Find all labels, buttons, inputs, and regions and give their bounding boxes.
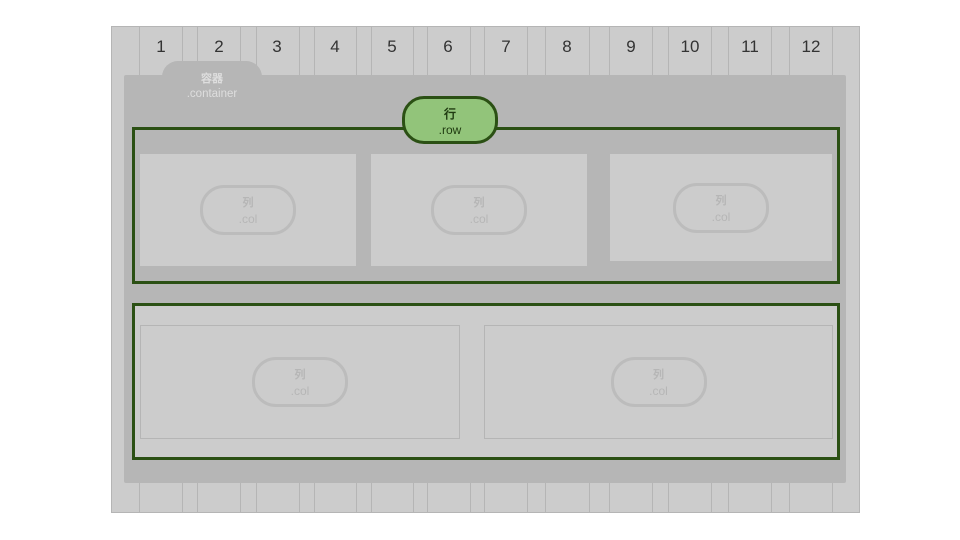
col-label-cn: 列 [294,369,306,381]
col-label-cn: 列 [473,197,485,209]
row-1-col-3: 列 .col [610,154,832,261]
col-label-class: .col [649,384,668,398]
row-label-pill: 行 .row [402,96,498,144]
grid-column-number: 2 [214,37,224,56]
grid-column-number: 8 [562,37,572,56]
row-1-col-1: 列 .col [140,154,356,266]
grid-column-number: 3 [272,37,282,56]
grid-column-number: 7 [501,37,511,56]
col-label-class: .col [469,212,489,226]
row-label-cn: 行 [443,107,456,121]
grid-column-number: 9 [626,37,636,56]
col-label-class: .col [238,212,258,226]
col-label-cn: 列 [715,194,727,207]
container-label-class: .container [186,88,238,100]
row-2: 列 .col 列 .col [132,303,840,460]
col-label-cn: 列 [242,197,254,209]
grid-column-number: 5 [387,37,397,56]
container-label-cn: 容器 [201,73,223,85]
grid-column-number: 4 [330,37,340,56]
grid-column-number: 6 [443,37,453,56]
col-label-class: .col [711,209,731,224]
col-label-class: .col [290,384,310,398]
col-pill: 列 .col [431,185,527,235]
row-2-col-2: 列 .col [484,325,833,439]
row-label-class: .row [438,123,462,137]
col-pill: 列 .col [252,357,348,407]
col-pill: 列 .col [673,182,769,233]
grid-column-number: 10 [680,37,700,56]
row-1: 列 .col 列 .col 列 .col [132,127,840,284]
col-pill: 列 .col [200,185,296,235]
col-pill: 列 .col [610,357,707,407]
row-1-col-2: 列 .col [371,154,587,266]
row-2-col-1: 列 .col [140,325,460,439]
grid-column-number: 1 [156,37,166,56]
grid-column-number: 11 [741,37,759,56]
grid-column-number: 12 [801,37,821,56]
col-label-cn: 列 [653,369,664,381]
container-label: 容器 .container [162,72,262,102]
